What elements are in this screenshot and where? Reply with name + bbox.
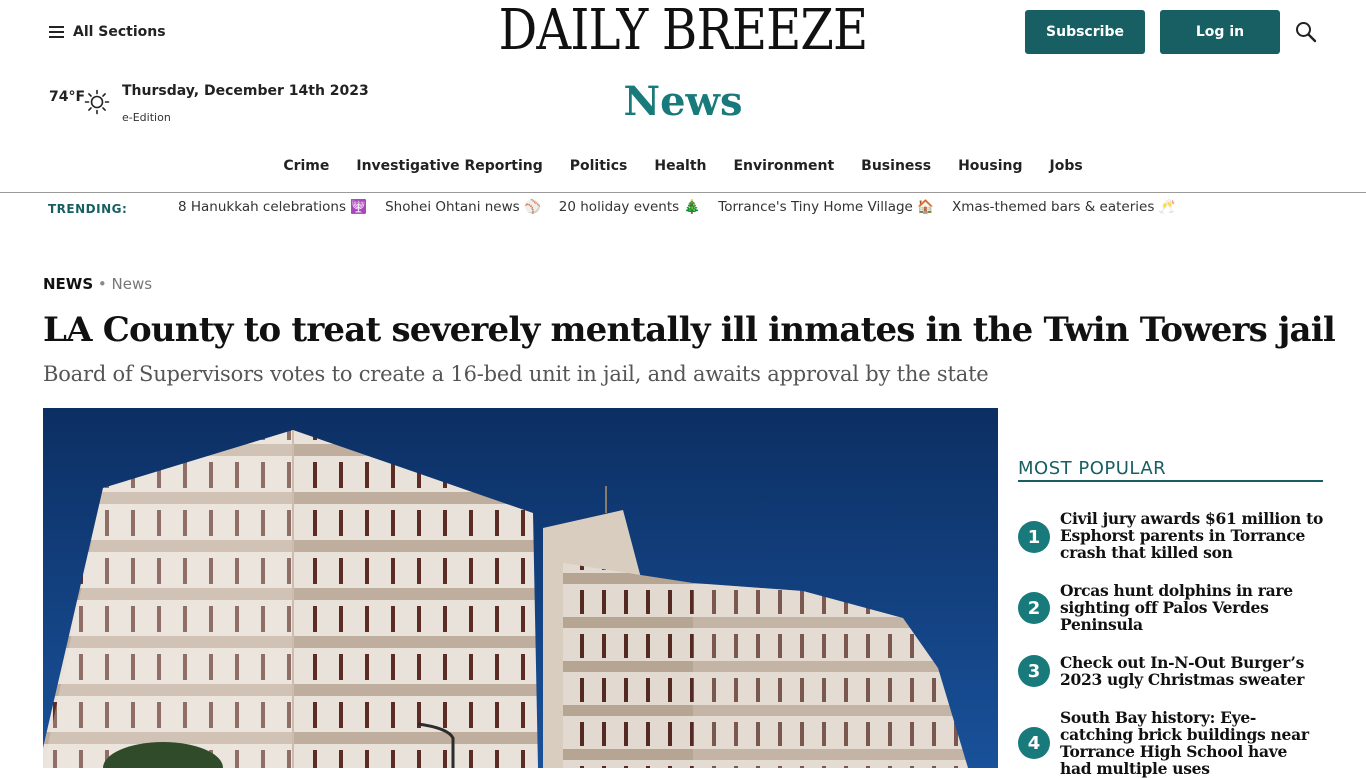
nav-item-business[interactable]: Business xyxy=(861,158,931,174)
search-icon[interactable] xyxy=(1294,20,1318,44)
breadcrumb-subsection[interactable]: News xyxy=(112,275,153,293)
login-button[interactable]: Log in xyxy=(1160,10,1280,54)
trending-item[interactable]: 20 holiday events 🎄 xyxy=(559,199,701,215)
section-title: News xyxy=(623,78,743,125)
most-popular-item-title[interactable]: South Bay history: Eye-catching brick bu… xyxy=(1060,709,1323,777)
rank-badge: 2 xyxy=(1018,592,1050,624)
article-hero-image[interactable] xyxy=(43,408,998,768)
nav-item-environment[interactable]: Environment xyxy=(733,158,834,174)
nav-item-crime[interactable]: Crime xyxy=(283,158,329,174)
menu-icon xyxy=(49,26,64,38)
nav-item-health[interactable]: Health xyxy=(654,158,706,174)
nav-item-jobs[interactable]: Jobs xyxy=(1050,158,1083,174)
rank-badge: 3 xyxy=(1018,655,1050,687)
trending-item[interactable]: Xmas-themed bars & eateries 🥂 xyxy=(952,199,1176,215)
rank-badge: 4 xyxy=(1018,727,1050,759)
article-subheadline: Board of Supervisors votes to create a 1… xyxy=(43,362,989,386)
trending-item[interactable]: Torrance's Tiny Home Village 🏠 xyxy=(718,199,934,215)
trending-list: 8 Hanukkah celebrations 🕎 Shohei Ohtani … xyxy=(178,199,1175,215)
subscribe-button[interactable]: Subscribe xyxy=(1025,10,1145,54)
nav-item-investigative-reporting[interactable]: Investigative Reporting xyxy=(356,158,542,174)
main-nav: Crime Investigative Reporting Politics H… xyxy=(0,158,1366,174)
most-popular-title: MOST POPULAR xyxy=(1018,458,1167,479)
most-popular-item-title[interactable]: Orcas hunt dolphins in rare sighting off… xyxy=(1060,582,1323,633)
breadcrumb: NEWS • News xyxy=(43,275,152,293)
breadcrumb-news[interactable]: NEWS xyxy=(43,275,93,293)
most-popular-divider xyxy=(1018,480,1323,482)
trending-label: TRENDING: xyxy=(48,202,128,216)
most-popular-item[interactable]: 1 Civil jury awards $61 million to Espho… xyxy=(1018,510,1323,561)
trending-item[interactable]: Shohei Ohtani news ⚾ xyxy=(385,199,541,215)
nav-divider xyxy=(0,192,1366,193)
trending-item[interactable]: 8 Hanukkah celebrations 🕎 xyxy=(178,199,367,215)
most-popular-item[interactable]: 2 Orcas hunt dolphins in rare sighting o… xyxy=(1018,582,1323,633)
article-headline: LA County to treat severely mentally ill… xyxy=(43,310,1336,350)
most-popular-item[interactable]: 4 South Bay history: Eye-catching brick … xyxy=(1018,709,1323,777)
most-popular-item-title[interactable]: Civil jury awards $61 million to Esphors… xyxy=(1060,510,1323,561)
nav-item-housing[interactable]: Housing xyxy=(958,158,1022,174)
most-popular-item-title[interactable]: Check out In-N-Out Burger’s 2023 ugly Ch… xyxy=(1060,654,1323,688)
rank-badge: 1 xyxy=(1018,521,1050,553)
nav-item-politics[interactable]: Politics xyxy=(570,158,628,174)
most-popular-item[interactable]: 3 Check out In-N-Out Burger’s 2023 ugly … xyxy=(1018,654,1323,688)
breadcrumb-separator: • xyxy=(93,275,112,293)
